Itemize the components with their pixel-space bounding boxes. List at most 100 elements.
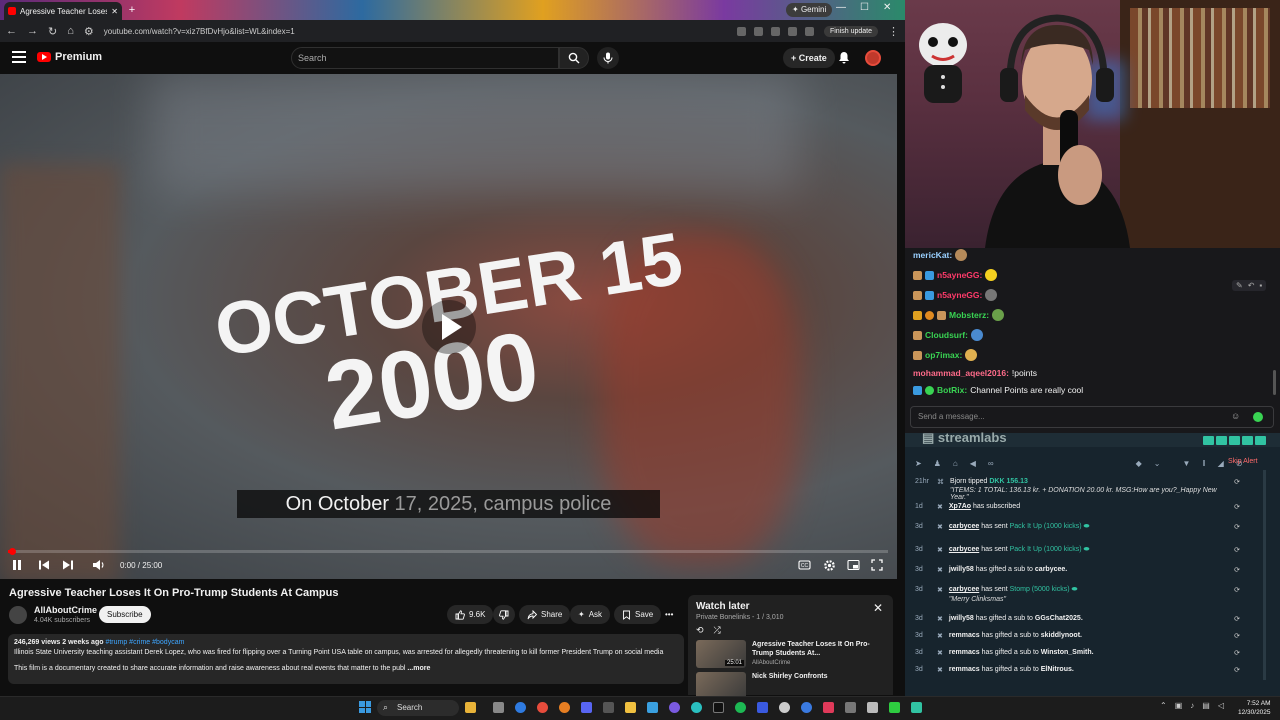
channel-name[interactable]: AllAboutCrime — [34, 605, 97, 615]
voice-search-button[interactable] — [597, 47, 619, 69]
pause-icon[interactable] — [11, 559, 23, 571]
app-icon[interactable] — [911, 702, 922, 713]
finish-update-button[interactable]: Finish update — [823, 25, 878, 37]
app-icon[interactable] — [669, 702, 680, 713]
fullscreen-icon[interactable] — [871, 559, 883, 571]
event-user[interactable]: remmacs — [949, 632, 980, 639]
extension-icon[interactable] — [736, 26, 746, 36]
replay-icon[interactable]: ⟳ — [1234, 615, 1240, 623]
replay-icon[interactable]: ⟳ — [1234, 666, 1240, 674]
hashtags[interactable]: #trump #crime #bodycam — [105, 639, 184, 646]
app-icon[interactable] — [603, 702, 614, 713]
extension-icon[interactable] — [753, 26, 763, 36]
streamlabs-tab[interactable] — [1242, 436, 1253, 445]
back-icon[interactable]: ← — [6, 25, 17, 37]
chat-input[interactable]: Send a message... — [910, 406, 1274, 428]
event-user[interactable]: carbycee — [949, 523, 979, 530]
pin-icon[interactable]: ✎ — [1236, 281, 1243, 290]
subscribe-button[interactable]: Subscribe — [99, 606, 151, 623]
description-box[interactable]: 246,269 views 2 weeks ago #trump #crime … — [8, 634, 684, 684]
event-recipient[interactable]: skiddlynoot. — [1041, 632, 1082, 639]
event-recipient[interactable]: GGsChat2025. — [1035, 615, 1083, 622]
extension-icon[interactable] — [787, 26, 797, 36]
save-button[interactable]: Save — [614, 605, 662, 624]
more-actions-icon[interactable]: ••• — [660, 605, 678, 624]
window-close-icon[interactable]: ✕ — [883, 2, 891, 13]
link-icon[interactable]: ∞ — [988, 459, 994, 468]
skip-alert-button[interactable]: Skip Alert — [1228, 458, 1258, 465]
streamlabs-tab[interactable] — [1229, 436, 1240, 445]
reply-icon[interactable]: ↶ — [1248, 281, 1255, 290]
chat-username[interactable]: n5ayneGG: — [937, 290, 982, 300]
extension-icon[interactable] — [804, 26, 814, 36]
replay-icon[interactable]: ⟳ — [1234, 566, 1240, 574]
replay-icon[interactable]: ⟳ — [1234, 523, 1240, 531]
hamburger-menu-icon[interactable] — [12, 51, 26, 66]
like-button[interactable]: 9.6K — [447, 605, 494, 624]
chat-username[interactable]: mericKat: — [913, 250, 952, 260]
app-icon[interactable] — [757, 702, 768, 713]
megaphone-icon[interactable]: ◀ — [970, 459, 976, 468]
miniplayer-icon[interactable] — [847, 559, 860, 571]
app-icon[interactable] — [559, 702, 570, 713]
minimize-icon[interactable]: — — [836, 2, 846, 13]
shield-icon[interactable]: ◆ — [1136, 459, 1142, 468]
tray-app-icon[interactable]: ▣ — [1175, 701, 1183, 710]
browser-menu-icon[interactable]: ⋮ — [888, 25, 899, 38]
chrome-icon[interactable] — [537, 702, 548, 713]
app-icon[interactable] — [713, 702, 724, 713]
gemini-button[interactable]: ✦ Gemini — [786, 3, 833, 17]
chevron-down-icon[interactable]: ⌄ — [1154, 459, 1161, 468]
captions-icon[interactable]: CC — [798, 559, 811, 571]
event-user[interactable]: carbycee — [949, 546, 979, 553]
chat-username[interactable]: Mobsterz: — [949, 310, 989, 320]
chat-username[interactable]: Cloudsurf: — [925, 330, 968, 340]
youtube-logo[interactable]: Premium — [37, 51, 102, 63]
replay-icon[interactable]: ⟳ — [1234, 503, 1240, 511]
app-icon[interactable] — [691, 702, 702, 713]
app-icon[interactable] — [823, 702, 834, 713]
app-icon[interactable] — [493, 702, 504, 713]
search-button[interactable] — [559, 47, 589, 69]
chat-username[interactable]: n5ayneGG: — [937, 270, 982, 280]
loop-icon[interactable]: ⟲ — [696, 625, 704, 636]
folder-icon[interactable] — [625, 702, 636, 713]
app-icon[interactable] — [845, 702, 856, 713]
chat-username[interactable]: BotRix: — [937, 385, 967, 395]
emote-picker-icon[interactable]: ☺ — [1231, 411, 1240, 421]
previous-icon[interactable] — [38, 559, 50, 571]
account-avatar[interactable] — [865, 50, 881, 66]
windows-start-icon[interactable] — [359, 701, 371, 713]
big-play-button[interactable] — [422, 300, 476, 354]
ask-button[interactable]: ✦ Ask — [570, 605, 611, 624]
send-icon[interactable]: ➤ — [915, 459, 922, 468]
next-icon[interactable] — [62, 559, 74, 571]
users-icon[interactable]: ♟ — [934, 459, 941, 468]
filter-icon[interactable]: ▼ — [1182, 459, 1190, 468]
replay-icon[interactable]: ⟳ — [1234, 546, 1240, 554]
share-button[interactable]: Share — [519, 605, 571, 624]
app-icon[interactable] — [581, 702, 592, 713]
event-user[interactable]: remmacs — [949, 649, 980, 656]
channel-points-icon[interactable] — [1253, 412, 1263, 422]
home-icon[interactable]: ⌂ — [67, 25, 74, 37]
taskbar-clock[interactable]: 7:52 AM 12/30/2025 — [1238, 699, 1271, 717]
replay-icon[interactable]: ⟳ — [1234, 586, 1240, 594]
event-user[interactable]: remmacs — [949, 666, 980, 673]
mic-icon[interactable]: ♪ — [1190, 701, 1194, 710]
event-user[interactable]: Xp7Ao — [949, 503, 971, 510]
event-recipient[interactable]: ElNitrous. — [1041, 666, 1074, 673]
app-icon[interactable] — [889, 702, 900, 713]
site-info-icon[interactable]: ⚙ — [84, 25, 94, 38]
streamlabs-scrollbar[interactable] — [1263, 470, 1266, 680]
app-icon[interactable] — [465, 702, 476, 713]
forward-icon[interactable]: → — [27, 25, 38, 37]
browser-tab[interactable]: Agressive Teacher Loses It On ✕ — [4, 2, 122, 20]
app-icon[interactable] — [801, 702, 812, 713]
gift-icon[interactable]: ⌂ — [953, 459, 958, 468]
event-user[interactable]: Bjorn — [950, 478, 966, 485]
extension-icon[interactable] — [770, 26, 780, 36]
streamlabs-tab[interactable] — [1203, 436, 1214, 445]
app-icon[interactable] — [515, 702, 526, 713]
create-button[interactable]: + Create — [783, 48, 835, 68]
